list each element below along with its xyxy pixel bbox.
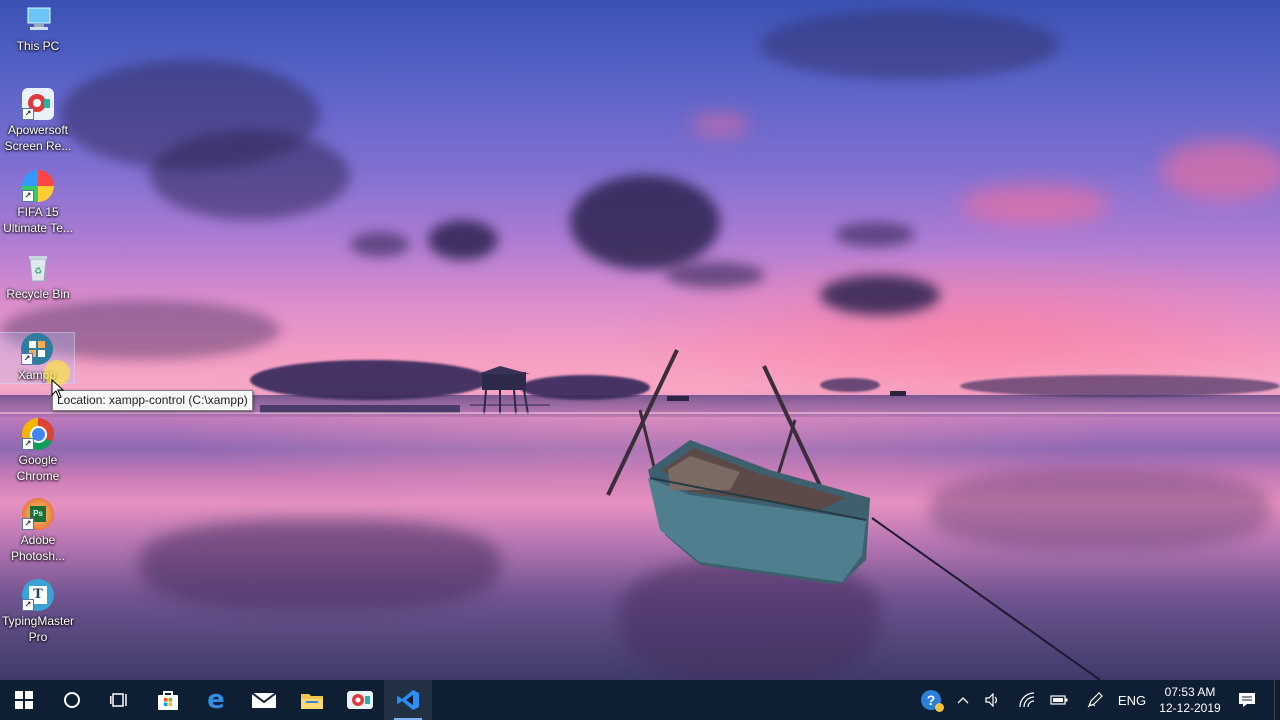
shortcut-arrow-icon: ↗ [22,438,34,450]
wifi-icon [1019,692,1035,708]
battery-icon [1050,695,1068,705]
mail-icon [251,692,277,708]
computer-icon [22,4,54,36]
typingmaster-icon: T ↗ [22,579,54,611]
search-circle-icon [64,692,80,708]
tray-help-button[interactable]: ? [916,680,946,720]
distant-boat [890,391,906,396]
desktop-icon-chrome[interactable]: ↗ Google Chrome [0,418,76,484]
store-bag-icon [158,691,178,710]
windows-logo-icon [15,691,33,709]
language-label: ENG [1117,692,1147,708]
desktop-icon-label: This PC [16,39,60,53]
desktop-icon-label: Adobe Photosh... [10,533,66,563]
clock-time: 07:53 AM [1164,685,1216,699]
desktop-icon-label: Google Chrome [16,453,60,483]
svg-text:♻: ♻ [34,266,42,276]
chevron-up-icon [957,697,969,704]
mail-button[interactable] [240,680,288,720]
pen-icon [1087,692,1103,708]
desktop-icon-photoshop[interactable]: Ps ↗ Adobe Photosh... [0,498,76,564]
shortcut-arrow-icon: ↗ [22,108,34,120]
boat [648,440,870,585]
task-view-icon [110,693,127,707]
xampp-location-tooltip: Location: xampp-control (C:\xampp) [52,390,253,411]
desktop-icon-fifa[interactable]: ↗ FIFA 15 Ultimate Te... [0,170,76,236]
recycle-bin-icon: ♻ [22,252,54,284]
photoshop-icon: Ps ↗ [22,498,54,530]
task-view-button[interactable] [96,680,144,720]
show-desktop-button[interactable] [1274,680,1280,720]
desktop-icon-apowersoft[interactable]: ↗ Apowersoft Screen Re... [0,88,76,154]
apowersoft-button[interactable] [336,680,384,720]
vscode-button[interactable] [384,680,432,720]
desktop-icon-label: FIFA 15 Ultimate Te... [3,205,73,235]
distant-dock [260,405,460,413]
chrome-icon: ↗ [22,418,54,450]
store-button[interactable] [144,680,192,720]
mouse-pointer-icon [51,379,65,399]
boat-pole [638,409,658,476]
action-center-button[interactable] [1234,680,1260,720]
shortcut-arrow-icon: ↗ [22,518,34,530]
desktop-icon-label: Recycle Bin [6,287,70,301]
speaker-icon [985,693,998,707]
show-hidden-icons-button[interactable] [950,680,976,720]
clock-date: 12-12-2019 [1159,701,1221,715]
cortana-button[interactable] [48,680,96,720]
clock-button[interactable]: 07:53 AM 12-12-2019 [1150,684,1230,716]
xampp-icon: ↗ [21,333,53,365]
network-button[interactable] [1014,680,1040,720]
shortcut-arrow-icon: ↗ [22,599,34,611]
desktop-icon-this-pc[interactable]: This PC [0,4,76,54]
volume-button[interactable] [980,680,1006,720]
desktop-icon-label: Apowersoft Screen Re... [4,123,72,153]
folder-icon [301,694,323,709]
notification-icon [1239,693,1255,707]
file-explorer-button[interactable] [288,680,336,720]
stilt-hut [470,366,550,415]
edge-icon: e [207,685,225,715]
desktop-icon-typingmaster[interactable]: T ↗ TypingMaster Pro [0,579,76,645]
desktop-icon-label: TypingMaster Pro [1,614,75,644]
shortcut-arrow-icon: ↗ [21,353,33,365]
start-button[interactable] [0,680,48,720]
desktop-wallpaper [0,0,1280,680]
boat-pole [776,419,797,476]
vscode-icon [397,690,419,710]
screen-recorder-icon: ↗ [22,88,54,120]
input-language-button[interactable]: ENG [1114,680,1150,720]
anchor-rope [871,517,1101,680]
fifa-ball-icon: ↗ [22,170,54,202]
pen-workspace-button[interactable] [1082,680,1108,720]
distant-boat [667,396,689,401]
boat-scene [0,349,1280,680]
recorder-icon [347,691,373,709]
desktop-icon-recycle-bin[interactable]: ♻ Recycle Bin [0,252,76,302]
edge-button[interactable]: e [192,680,240,720]
help-icon: ? [921,690,944,712]
battery-button[interactable] [1046,680,1072,720]
shortcut-arrow-icon: ↗ [22,190,34,202]
